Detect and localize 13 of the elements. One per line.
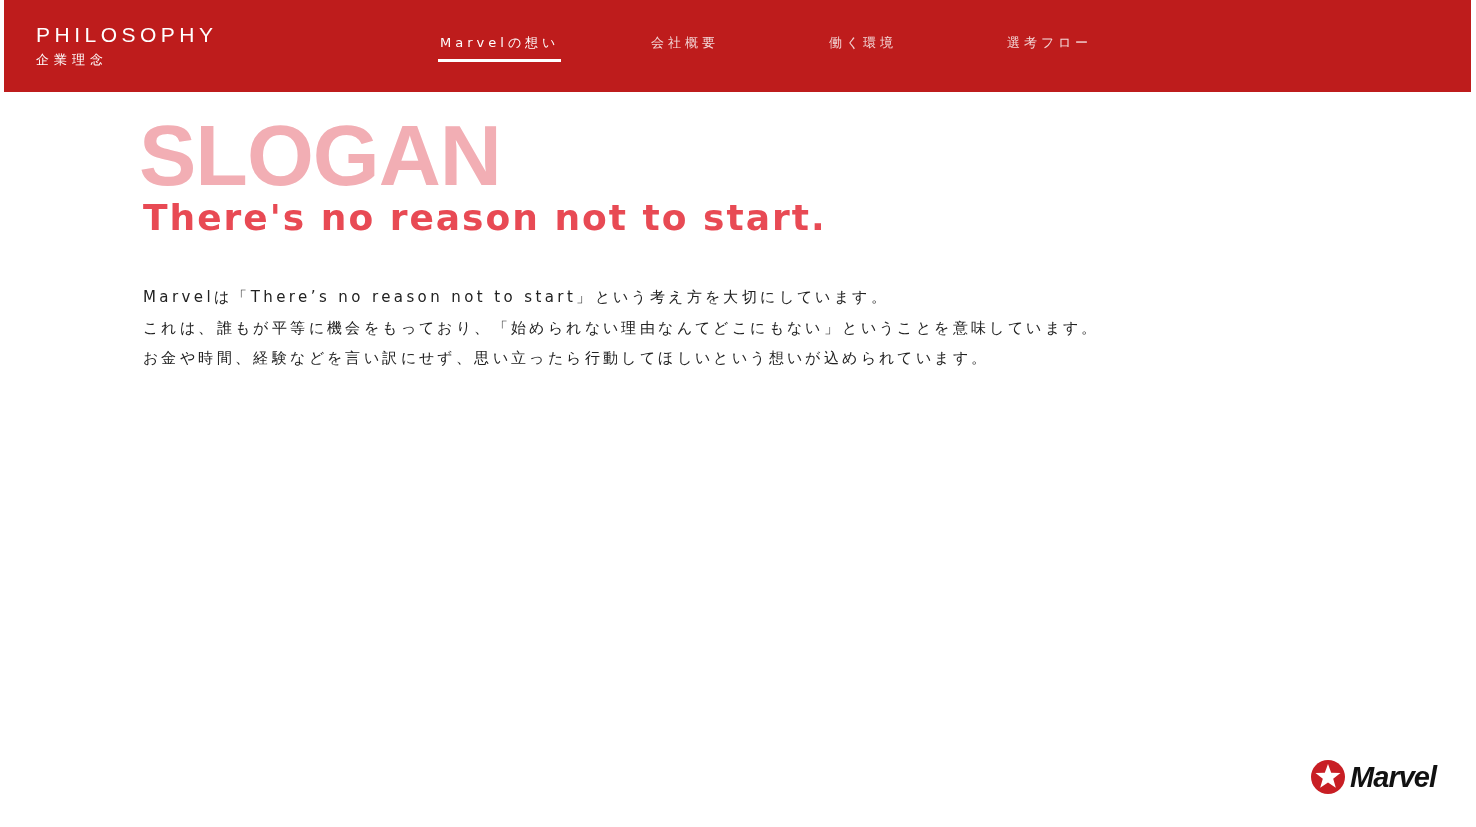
background-word: SLOGAN xyxy=(139,118,501,192)
body-text: Marvelは「There’s no reason not to start」という考え方を大切にしています。 xyxy=(143,287,890,308)
body-text: お金や時間、経験などを言い訳にせず、思い立ったら行動してほしいという想いが込められています。 xyxy=(143,348,991,369)
star-logo-icon xyxy=(1310,759,1347,795)
page-subtitle: 企業理念 xyxy=(36,51,109,69)
nav-tab[interactable]: 選考フロー xyxy=(1006,30,1095,62)
body-text: これは、誰もが平等に機会をもっており、「始められない理由なんてどこにもない」ということを意味しています。 xyxy=(143,317,1101,339)
page-title: PHILOSOPHY xyxy=(36,22,219,48)
nav-tab[interactable]: 働く環境 xyxy=(828,30,917,62)
slogan-headline: There's no reason not to start. xyxy=(143,196,827,240)
nav-tab[interactable]: Marvelの想い xyxy=(438,30,561,62)
logo-wordmark: Marvel xyxy=(1350,760,1436,794)
nav-tab[interactable]: 会社概要 xyxy=(650,30,739,62)
